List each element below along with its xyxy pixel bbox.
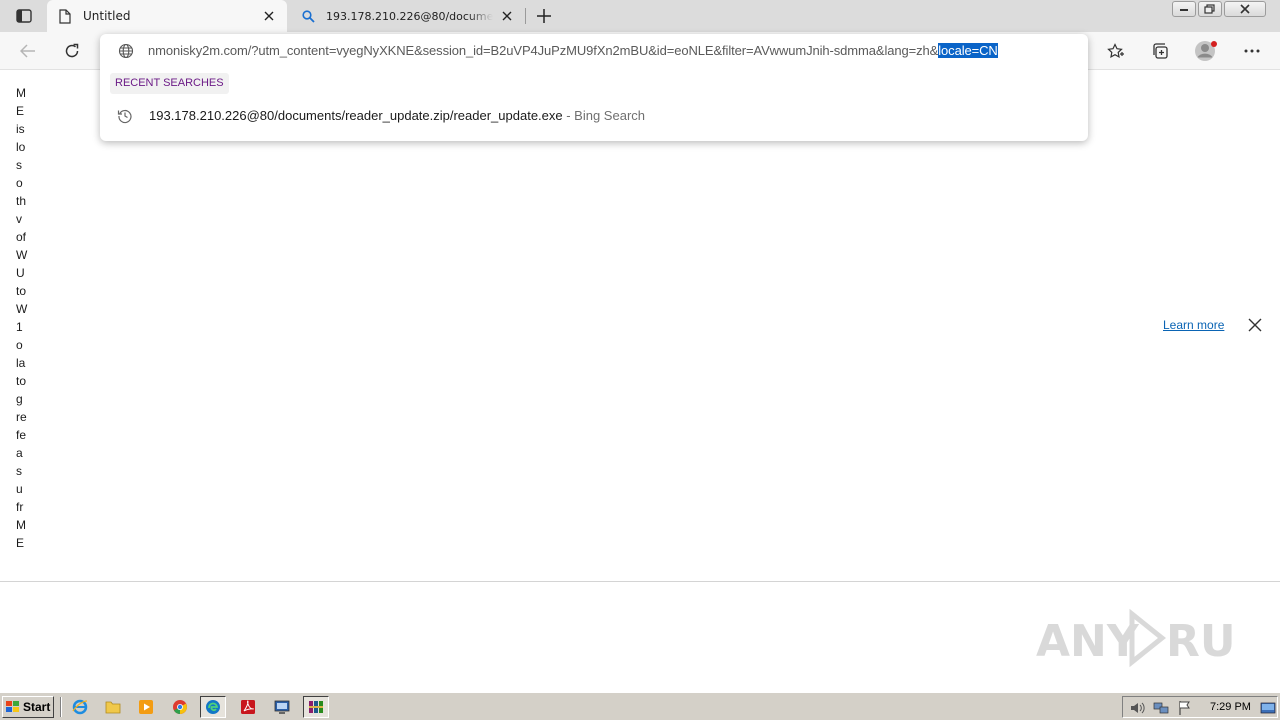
close-icon[interactable]: [499, 8, 515, 24]
recent-searches-label: RECENT SEARCHES: [110, 73, 229, 94]
tab-title: Untitled: [83, 9, 131, 23]
close-icon[interactable]: [261, 8, 277, 24]
acrobat-reader-icon[interactable]: [235, 696, 261, 718]
wrapped-word: E: [16, 536, 25, 550]
taskbar: Start 7:29 PM: [0, 692, 1280, 720]
wrapped-word: is: [16, 122, 25, 136]
address-url[interactable]: nmonisky2m.com/?utm_content=vyegNyXKNE&s…: [148, 43, 998, 58]
wrapped-word: th: [16, 194, 27, 208]
collections-icon[interactable]: [1146, 38, 1174, 64]
wrapped-word: o: [16, 338, 23, 352]
profile-avatar-icon[interactable]: [1192, 38, 1220, 64]
edge-icon[interactable]: [200, 696, 226, 718]
wrapped-word: re: [16, 410, 27, 424]
file-explorer-icon[interactable]: [100, 696, 126, 718]
tab-title: 193.178.210.226@80/documents/reader_upda…: [326, 9, 493, 23]
taskbar-divider: [60, 697, 62, 717]
tab-actions-icon[interactable]: [12, 6, 36, 26]
wrapped-word: u: [16, 482, 23, 496]
refresh-icon[interactable]: [58, 38, 86, 64]
search-icon: [300, 8, 316, 24]
wrapped-word: 1: [16, 320, 23, 334]
wrapped-word: fe: [16, 428, 27, 442]
wrapped-word: s: [16, 464, 22, 478]
wrapped-word: la: [16, 356, 26, 370]
svg-text:ANY: ANY: [1036, 616, 1140, 667]
tab-search[interactable]: 193.178.210.226@80/documents/reader_upda…: [290, 0, 525, 32]
winrar-icon[interactable]: [303, 696, 329, 718]
wrapped-word: lo: [16, 140, 26, 154]
wrapped-word: M: [16, 518, 26, 532]
watermark-logo-icon: ANY RUN: [1036, 608, 1272, 668]
windows-logo-icon: [6, 701, 20, 713]
wrapped-word: to: [16, 374, 27, 388]
wrapped-word: v: [16, 212, 22, 226]
suggestion-main: 193.178.210.226@80/documents/reader_upda…: [149, 108, 563, 123]
show-desktop-icon[interactable]: [1260, 700, 1276, 716]
action-center-flag-icon[interactable]: [1177, 700, 1193, 716]
system-tray: 7:29 PM: [1122, 696, 1278, 718]
start-button[interactable]: Start: [2, 696, 54, 718]
svg-text:RUN: RUN: [1166, 616, 1236, 667]
media-player-icon[interactable]: [133, 696, 159, 718]
tab-strip: Untitled 193.178.210.226@80/documents/re…: [0, 0, 1280, 32]
more-menu-icon[interactable]: [1238, 38, 1266, 64]
wrapped-word: fr: [16, 500, 24, 514]
tab-divider: [525, 8, 526, 24]
close-icon[interactable]: [1248, 318, 1264, 334]
wrapped-word: s: [16, 158, 22, 172]
page-content: M Eis lo s o th v of W Uto W 1 o la to g re fe a s u fr M E Lea…: [0, 71, 1280, 581]
url-text: nmonisky2m.com/?utm_content=vyegNyXKNE&s…: [148, 43, 939, 58]
wrapped-word: a: [16, 446, 23, 460]
address-dropdown: nmonisky2m.com/?utm_content=vyegNyXKNE&s…: [100, 34, 1088, 141]
learn-more-link[interactable]: Learn more: [1163, 318, 1224, 332]
address-bar[interactable]: nmonisky2m.com/?utm_content=vyegNyXKNE&s…: [100, 34, 1088, 68]
volume-icon[interactable]: [1129, 700, 1145, 716]
chrome-icon[interactable]: [167, 696, 193, 718]
wrapped-word: g: [16, 392, 23, 406]
page-icon: [57, 8, 73, 24]
tab-untitled[interactable]: Untitled: [47, 0, 287, 32]
wrapped-word: of: [16, 230, 27, 244]
history-icon: [117, 108, 133, 124]
wrapped-word: M: [16, 86, 26, 100]
wrapped-word: W: [16, 248, 28, 262]
wrapped-word: U: [16, 266, 25, 280]
wrapped-notice-text: M Eis lo s o th v of W Uto W 1 o la to g re fe a s u fr M E: [16, 84, 36, 552]
minimize-icon[interactable]: [1172, 1, 1196, 17]
wrapped-word: E: [16, 104, 25, 118]
suggestion-source: - Bing Search: [562, 108, 645, 123]
window-close-icon[interactable]: [1224, 1, 1266, 17]
internet-explorer-icon[interactable]: [67, 696, 93, 718]
clock[interactable]: 7:29 PM: [1210, 701, 1251, 713]
remote-desktop-icon[interactable]: [269, 696, 295, 718]
start-label: Start: [23, 700, 51, 714]
suggestion-text: 193.178.210.226@80/documents/reader_upda…: [149, 108, 645, 123]
suggestion-item[interactable]: 193.178.210.226@80/documents/reader_upda…: [100, 100, 1088, 132]
window-controls: [1172, 1, 1266, 17]
url-selected-text: locale=CN: [938, 43, 998, 58]
favorites-icon[interactable]: [1102, 38, 1130, 64]
page-divider: [0, 581, 1280, 582]
restore-icon[interactable]: [1198, 1, 1222, 17]
wrapped-word: o: [16, 176, 23, 190]
anyrun-watermark: ANY RUN: [1036, 604, 1272, 674]
network-icon[interactable]: [1153, 700, 1169, 716]
wrapped-word: W: [16, 302, 28, 316]
new-tab-icon[interactable]: [533, 5, 555, 27]
back-icon[interactable]: [14, 38, 42, 64]
wrapped-word: to: [16, 284, 27, 298]
globe-icon: [118, 43, 134, 59]
